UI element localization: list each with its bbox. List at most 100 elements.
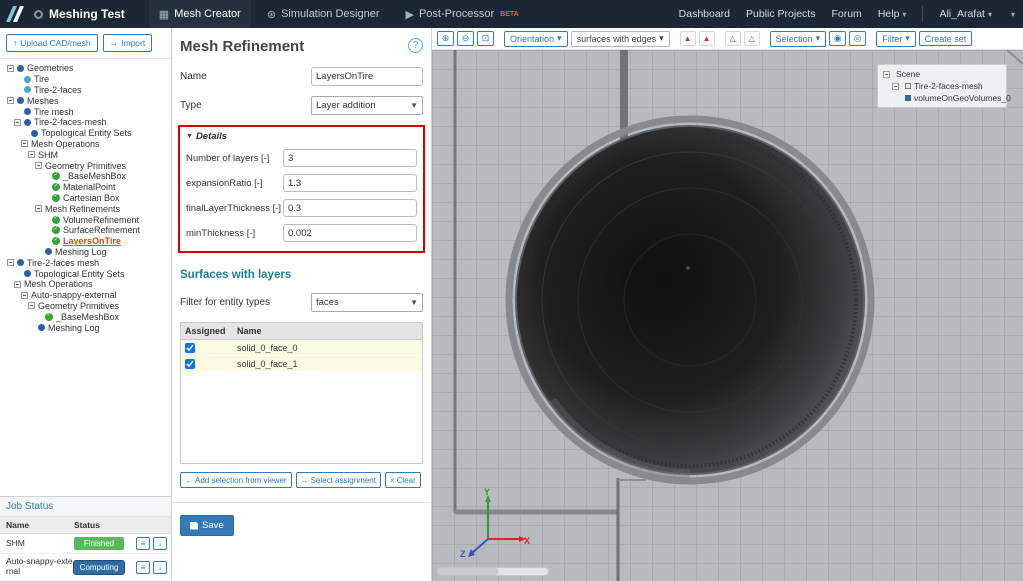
isolate-faces-button[interactable]: △ bbox=[725, 31, 741, 46]
show-faces-button[interactable]: ▲ bbox=[699, 31, 715, 46]
expansion-ratio-input[interactable] bbox=[283, 174, 417, 192]
tab-mesh-creator[interactable]: ▦ Mesh Creator bbox=[149, 0, 251, 28]
add-selection-from-viewer-button[interactable]: ← Add selection from viewer bbox=[180, 472, 292, 488]
filter-dropdown[interactable]: Filter ▾ bbox=[876, 31, 916, 47]
collapse-icon[interactable] bbox=[892, 83, 899, 90]
job-download-button[interactable]: ↓ bbox=[153, 537, 167, 550]
tab-post-processor[interactable]: ▶ Post-Processor BETA bbox=[396, 0, 529, 28]
tree-item-tire-2-faces-mesh-2[interactable]: Tire-2-faces mesh bbox=[2, 257, 171, 268]
collapse-icon[interactable] bbox=[14, 119, 21, 126]
tree-item-geometries[interactable]: Geometries bbox=[2, 63, 171, 74]
tree-item-meshing-log[interactable]: Meshing Log bbox=[2, 247, 171, 258]
collapse-icon[interactable] bbox=[28, 302, 35, 309]
tree-item-layersontire[interactable]: LayersOnTire bbox=[2, 236, 171, 247]
tree-item-tire[interactable]: Tire bbox=[2, 74, 171, 85]
collapse-icon[interactable] bbox=[35, 162, 42, 169]
number-of-layers-input[interactable] bbox=[283, 149, 417, 167]
app-logo[interactable] bbox=[4, 4, 28, 24]
nav-dashboard[interactable]: Dashboard bbox=[679, 8, 730, 20]
zoom-in-button[interactable]: ⊕ bbox=[437, 31, 454, 46]
render-mode-dropdown[interactable]: surfaces with edges ▾ bbox=[571, 31, 670, 47]
hide-all-button[interactable]: ◎ bbox=[849, 31, 866, 46]
tree-item-topological-entity-sets[interactable]: Topological Entity Sets bbox=[2, 128, 171, 139]
collapse-icon[interactable] bbox=[7, 65, 14, 72]
table-row[interactable]: solid_0_face_1 bbox=[181, 356, 422, 372]
collapse-icon[interactable] bbox=[35, 205, 42, 212]
job-log-button[interactable]: ≡ bbox=[136, 561, 150, 574]
assigned-checkbox[interactable] bbox=[185, 359, 195, 369]
assigned-header: Assigned bbox=[185, 326, 237, 336]
nav-forum[interactable]: Forum bbox=[831, 8, 861, 20]
tree-item-shm[interactable]: SHM bbox=[2, 149, 171, 160]
select-assignment-button[interactable]: → Select assignment bbox=[296, 472, 381, 488]
assigned-checkbox[interactable] bbox=[185, 343, 195, 353]
tree-item-volumerefinement[interactable]: VolumeRefinement bbox=[2, 214, 171, 225]
collapse-icon[interactable] bbox=[14, 281, 21, 288]
tree-item-auto-snappy-external[interactable]: Auto-snappy-external bbox=[2, 290, 171, 301]
scene-tree-panel: Scene Tire-2-faces-mesh volumeOnGeoVolum… bbox=[877, 64, 1007, 108]
fit-view-button[interactable]: ⊡ bbox=[477, 31, 494, 46]
viewer-stage[interactable]: Scene Tire-2-faces-mesh volumeOnGeoVolum… bbox=[432, 50, 1023, 581]
tree-item-meshing-log-2[interactable]: Meshing Log bbox=[2, 322, 171, 333]
job-download-button[interactable]: ↓ bbox=[153, 561, 167, 574]
tree-item-topological-entity-sets-2[interactable]: Topological Entity Sets bbox=[2, 268, 171, 279]
show-all-button[interactable]: ◉ bbox=[829, 31, 846, 46]
expansion-ratio-label: expansionRatio [-] bbox=[186, 178, 263, 189]
tab-simulation-designer[interactable]: ⊛ Simulation Designer bbox=[257, 0, 390, 28]
tree-item-geometry-primitives-2[interactable]: Geometry Primitives bbox=[2, 301, 171, 312]
tree-item-mesh-operations-2[interactable]: Mesh Operations bbox=[2, 279, 171, 290]
collapse-icon[interactable] bbox=[7, 97, 14, 104]
scene-volume-item[interactable]: volumeOnGeoVolumes_0 bbox=[883, 92, 1001, 104]
save-button[interactable]: Save bbox=[180, 515, 234, 536]
nav-public-projects[interactable]: Public Projects bbox=[746, 8, 815, 20]
tree-item-cartesian-box[interactable]: Cartesian Box bbox=[2, 193, 171, 204]
entity-filter-select[interactable]: faces ▼ bbox=[311, 293, 423, 312]
import-button[interactable]: → Import bbox=[103, 34, 153, 52]
hide-faces-button[interactable]: ▲ bbox=[680, 31, 696, 46]
viewer-scrollbar[interactable] bbox=[437, 567, 549, 576]
z-axis-label: Z bbox=[460, 549, 466, 559]
chevron-down-icon: ▼ bbox=[410, 298, 418, 307]
chevron-down-icon[interactable]: ▾ bbox=[1011, 10, 1015, 19]
help-button[interactable]: ? bbox=[408, 38, 423, 53]
tree-item-geometry-primitives[interactable]: Geometry Primitives bbox=[2, 160, 171, 171]
job-log-button[interactable]: ≡ bbox=[136, 537, 150, 550]
upload-cad-button[interactable]: ↑ Upload CAD/mesh bbox=[6, 34, 98, 52]
tree-item-tire-mesh[interactable]: Tire mesh bbox=[2, 106, 171, 117]
nav-help[interactable]: Help▾ bbox=[878, 8, 907, 20]
user-menu[interactable]: Ali_Arafat▾ bbox=[939, 8, 992, 20]
triangle-down-icon: ▼ bbox=[186, 133, 193, 140]
selection-dropdown[interactable]: Selection ▾ bbox=[770, 31, 827, 47]
invert-faces-button[interactable]: △ bbox=[744, 31, 760, 46]
table-row[interactable]: solid_0_face_0 bbox=[181, 340, 422, 356]
collapse-icon[interactable] bbox=[7, 259, 14, 266]
mesh-icon bbox=[24, 119, 31, 126]
clear-button[interactable]: × Clear bbox=[385, 472, 421, 488]
collapse-icon[interactable] bbox=[21, 292, 28, 299]
min-thickness-input[interactable] bbox=[283, 224, 417, 242]
tree-item-materialpoint[interactable]: MaterialPoint bbox=[2, 182, 171, 193]
tree-item-mesh-operations[interactable]: Mesh Operations bbox=[2, 139, 171, 150]
viewer: ⊕ ⊖ ⊡ Orientation ▾ surfaces with edges … bbox=[432, 28, 1023, 581]
geometry-icon bbox=[24, 86, 31, 93]
scrollbar-thumb[interactable] bbox=[438, 568, 499, 575]
tree-item-mesh-refinements[interactable]: Mesh Refinements bbox=[2, 203, 171, 214]
tree-item-meshes[interactable]: Meshes bbox=[2, 95, 171, 106]
scene-mesh-item[interactable]: Tire-2-faces-mesh bbox=[883, 80, 1001, 92]
tree-item-basemeshbox-2[interactable]: _BaseMeshBox bbox=[2, 311, 171, 322]
orientation-dropdown[interactable]: Orientation ▾ bbox=[504, 31, 568, 47]
collapse-icon[interactable] bbox=[21, 140, 28, 147]
tree-item-surfacerefinement[interactable]: SurfaceRefinement bbox=[2, 225, 171, 236]
create-set-button[interactable]: Create set bbox=[919, 31, 973, 46]
scene-root-item[interactable]: Scene bbox=[883, 68, 1001, 80]
tree-item-tire-2-faces-mesh[interactable]: Tire-2-faces-mesh bbox=[2, 117, 171, 128]
tree-item-tire-2-faces[interactable]: Tire-2-faces bbox=[2, 85, 171, 96]
tree-item-basemeshbox[interactable]: _BaseMeshBox bbox=[2, 171, 171, 182]
collapse-icon[interactable] bbox=[28, 151, 35, 158]
zoom-out-button[interactable]: ⊖ bbox=[457, 31, 474, 46]
details-header[interactable]: ▼ Details bbox=[186, 131, 417, 142]
name-input[interactable] bbox=[311, 67, 423, 86]
collapse-icon[interactable] bbox=[883, 71, 890, 78]
type-select[interactable]: Layer addition ▼ bbox=[311, 96, 423, 115]
final-layer-thickness-input[interactable] bbox=[283, 199, 417, 217]
